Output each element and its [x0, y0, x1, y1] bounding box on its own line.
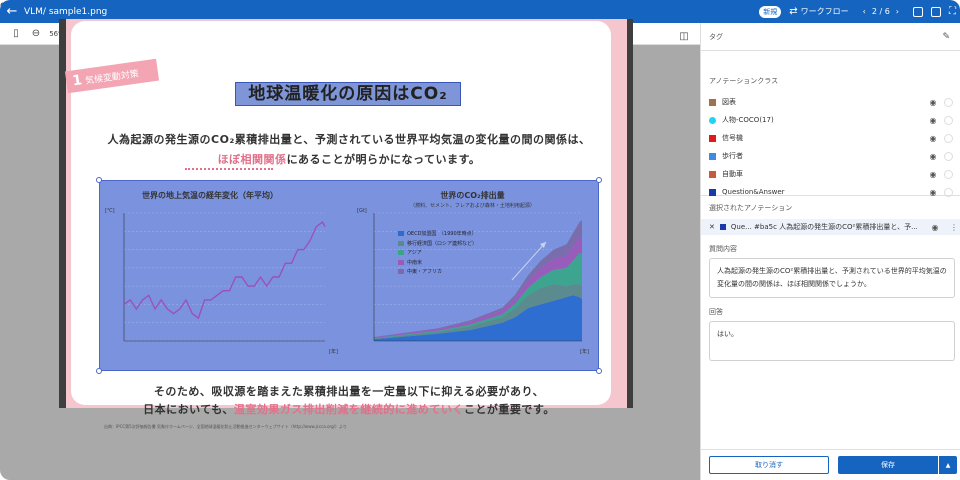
- divider: [701, 50, 960, 51]
- selected-annotation-item[interactable]: ✕ Que... #ba5c 人為起源の発生源のCO²累積排出量と、予... ◉…: [701, 219, 960, 235]
- class-name: 図表: [722, 98, 736, 106]
- visibility-eye-icon[interactable]: ◉: [926, 188, 940, 197]
- class-color-swatch: [719, 224, 726, 230]
- legend-label: 中南米: [407, 259, 423, 266]
- class-color-swatch: [709, 188, 716, 196]
- page-indicator: 2 / 6: [871, 7, 890, 16]
- class-options-icon[interactable]: [944, 133, 953, 143]
- class-name: 自動車: [722, 170, 743, 178]
- cancel-button[interactable]: 取り消す: [709, 456, 829, 474]
- annotation-class-item[interactable]: 図表 ◉: [709, 95, 953, 109]
- new-badge: 新規: [759, 5, 782, 18]
- prev-page-icon[interactable]: ‹: [863, 7, 866, 16]
- annotation-class-item[interactable]: 自動車 ◉: [709, 167, 953, 181]
- annotation-class-item[interactable]: Question&Answer ◉: [709, 185, 953, 199]
- bottom-highlight: 温室効果ガス排出削減を継続的に進めていく: [233, 403, 464, 416]
- more-vert-icon[interactable]: ⋮: [947, 223, 960, 232]
- legend-swatch: [398, 250, 404, 255]
- save-options-caret-icon[interactable]: ▲: [939, 456, 957, 474]
- class-name: 信号機: [722, 134, 743, 142]
- chart1-temperature-line: [123, 221, 326, 320]
- class-color-swatch: [709, 152, 716, 160]
- annotation-class-item[interactable]: 歩行者 ◉: [709, 149, 953, 163]
- class-name: Question&Answer: [722, 188, 785, 196]
- fullscreen-icon[interactable]: ⛶: [949, 6, 956, 17]
- next-page-icon[interactable]: ›: [896, 7, 899, 16]
- class-color-swatch: [709, 134, 716, 142]
- class-options-icon[interactable]: [944, 169, 953, 179]
- edit-pencil-icon[interactable]: ✎: [942, 32, 950, 42]
- keyboard-icon[interactable]: [931, 6, 941, 17]
- class-color-swatch: [709, 170, 716, 178]
- legend-swatch: [398, 259, 404, 265]
- answer-label: 回答: [709, 308, 723, 316]
- class-options-icon[interactable]: [944, 115, 953, 125]
- visibility-eye-icon[interactable]: ◉: [926, 98, 940, 107]
- class-name: 人物-COCO(17): [722, 116, 774, 124]
- top-bar-actions: 新規 ⇄ ワークフロー ‹ 2 / 6 › ⛶: [759, 0, 956, 23]
- tags-label: タグ: [709, 33, 723, 41]
- class-name: 歩行者: [722, 152, 743, 160]
- right-panel: タグ ✎ アノテーションクラス 選択されたアノテーション ✕ Que... #b…: [700, 23, 960, 480]
- divider: [701, 449, 960, 450]
- answer-textarea[interactable]: はい。: [709, 321, 955, 361]
- visibility-eye-icon[interactable]: ◉: [926, 134, 940, 143]
- legend-swatch: [398, 231, 404, 236]
- chart2-legend-item: 中東・アフリカ: [398, 268, 442, 275]
- legend-label: OECD加盟国 （1990年時点）: [407, 231, 477, 237]
- close-icon[interactable]: ✕: [709, 223, 715, 231]
- visibility-eye-icon[interactable]: ◉: [926, 152, 940, 161]
- class-options-icon[interactable]: [944, 97, 953, 107]
- legend-label: アジア: [407, 250, 422, 256]
- class-color-swatch: [709, 116, 716, 124]
- save-button[interactable]: 保存: [838, 456, 938, 474]
- chart2-legend-item: OECD加盟国 （1990年時点）: [398, 230, 477, 237]
- pager: ‹ 2 / 6 ›: [857, 7, 905, 16]
- app-window: ← VLM/ sample1.png 新規 ⇄ ワークフロー ‹ 2 / 6 › …: [0, 0, 960, 480]
- class-color-swatch: [709, 98, 716, 106]
- classes-label: アノテーションクラス: [709, 77, 779, 85]
- legend-swatch: [398, 269, 404, 274]
- workflow-icon: ⇄: [789, 6, 798, 17]
- class-options-icon[interactable]: [944, 151, 953, 161]
- chart2-legend-item: 移行経済国（ロシア連邦など）: [398, 240, 477, 247]
- class-options-icon[interactable]: [944, 187, 953, 197]
- visibility-eye-icon[interactable]: ◉: [926, 170, 940, 179]
- legend-label: 移行経済国（ロシア連邦など）: [407, 240, 478, 247]
- document-icon[interactable]: [913, 6, 923, 17]
- question-label: 質問内容: [709, 245, 737, 253]
- question-textarea[interactable]: 人為起源の発生源のCO²累積排出量と、予測されている世界的平均気温の変化量の間の…: [709, 258, 955, 298]
- annotation-class-item[interactable]: 人物-COCO(17) ◉: [709, 113, 953, 127]
- selected-annotation-text: Que... #ba5c 人為起源の発生源のCO²累積排出量と、予...: [730, 223, 918, 231]
- visibility-eye-icon[interactable]: ◉: [926, 116, 940, 125]
- bottom-text-line1: そのため、吸収源を踏まえた累積排出量を一定量以下に抑える必要があり、: [153, 385, 545, 398]
- legend-label: 中東・アフリカ: [407, 269, 443, 275]
- annotation-class-item[interactable]: 信号機 ◉: [709, 131, 953, 145]
- source-note: 出典：IPCC第5次評価報告書 気象庁ホームページ、全国地球温暖化防止活動推進セ…: [104, 424, 347, 429]
- chart2-legend-item: 中南米: [398, 259, 422, 266]
- bottom-text-line2: 日本においても、温室効果ガス排出削減を継続的に進めていくことが重要です。: [143, 403, 555, 416]
- chart2-legend-item: アジア: [398, 249, 422, 256]
- selected-annotation-label: 選択されたアノテーション: [709, 204, 793, 212]
- workflow-button[interactable]: ⇄ ワークフロー: [789, 6, 848, 17]
- visibility-eye-icon[interactable]: ◉: [928, 223, 942, 232]
- legend-swatch: [398, 240, 404, 246]
